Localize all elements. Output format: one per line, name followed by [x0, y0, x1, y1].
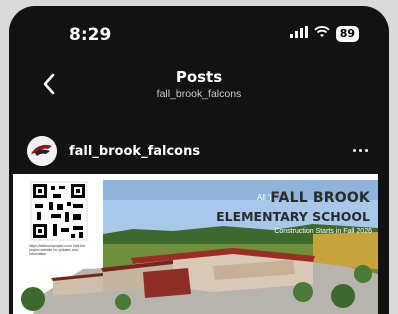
post-image[interactable]: https://fallbrookproject.com/ Visit the … [13, 174, 378, 314]
post-username[interactable]: fall_brook_falcons [69, 144, 200, 159]
qr-code-icon [30, 181, 88, 241]
status-bar: 8:29 89 [9, 6, 389, 62]
posts-header: Posts fall_brook_falcons [9, 62, 389, 112]
battery-icon: 89 [335, 26, 359, 42]
page-subtitle: fall_brook_falcons [156, 88, 242, 100]
avatar[interactable] [27, 136, 57, 166]
wifi-icon [314, 25, 330, 43]
more-button[interactable] [347, 138, 373, 162]
falcon-logo-icon [27, 136, 57, 166]
post-header: fall_brook_falcons [9, 130, 389, 174]
more-horizontal-icon [352, 148, 368, 152]
construction-caption: Construction Starts in Fall 2026 [274, 228, 372, 235]
headline-line-1: FALL BROOK [270, 190, 370, 206]
cellular-signal-icon [289, 25, 308, 43]
status-icons: 89 [289, 25, 359, 43]
headline-line-2: ELEMENTARY SCHOOL [216, 209, 370, 224]
qr-caption: https://fallbrookproject.com/ Visit the … [29, 244, 86, 256]
status-time: 8:29 [69, 25, 112, 45]
page-title: Posts [175, 68, 223, 86]
